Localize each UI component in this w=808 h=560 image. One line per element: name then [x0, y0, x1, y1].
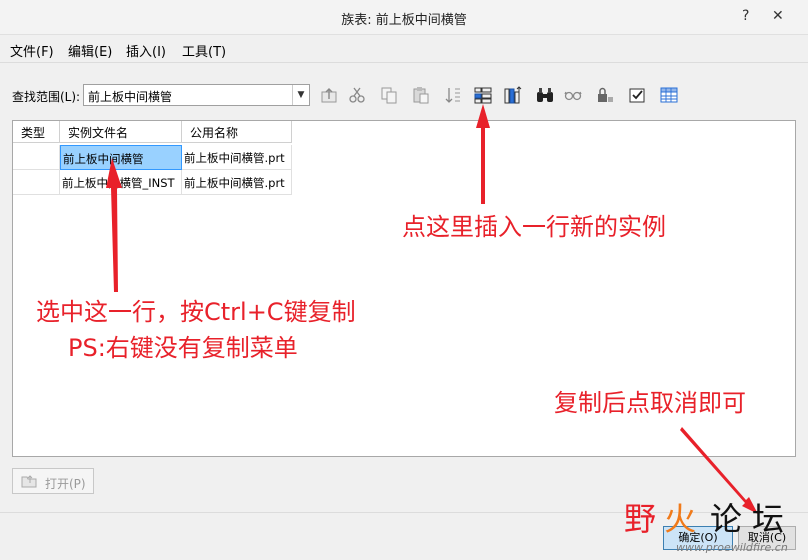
watermark-char: 火 — [664, 500, 697, 538]
column-header-common-name[interactable]: 公用名称 — [182, 121, 292, 143]
cut-icon[interactable] — [346, 84, 368, 106]
menu-insert[interactable]: 插入(I) — [126, 41, 166, 60]
table-cell-selected[interactable]: 前上板中间横管 — [60, 145, 182, 170]
open-button[interactable]: 打开(P) — [12, 468, 94, 494]
insert-column-icon[interactable] — [502, 84, 524, 106]
watermark-char: 坛 — [752, 500, 785, 538]
window-title: 族表: 前上板中间横管 — [341, 13, 467, 28]
watermark-url: www.proewildfire.cn — [676, 541, 788, 554]
copy-icon[interactable] — [378, 84, 400, 106]
table-icon[interactable] — [658, 84, 680, 106]
annotation-cancel-note: 复制后点取消即可 — [554, 389, 746, 417]
lookin-dropdown[interactable]: 前上板中间横管 ▼ — [83, 84, 310, 106]
menu-bar: 文件(F) 编辑(E) 插入(I) 工具(T) — [0, 36, 808, 62]
paste-icon[interactable] — [410, 84, 432, 106]
insert-instance-icon[interactable] — [472, 84, 494, 106]
menu-divider — [0, 62, 808, 63]
watermark-char: 论 — [710, 500, 743, 538]
menu-edit[interactable]: 编辑(E) — [68, 41, 112, 60]
table-cell[interactable] — [13, 170, 60, 195]
find-binoculars-icon[interactable] — [534, 84, 556, 106]
lookin-label: 查找范围(L): — [12, 90, 81, 104]
sort-icon[interactable] — [442, 84, 464, 106]
annotation-insert-note: 点这里插入一行新的实例 — [402, 213, 666, 241]
lock-icon[interactable] — [594, 84, 616, 106]
title-bar: 族表: 前上板中间横管 ? ✕ — [0, 0, 808, 35]
watermark-char: 野 — [624, 500, 657, 538]
open-folder-icon — [21, 475, 37, 488]
annotation-copy-note: 选中这一行，按Ctrl+C键复制 — [36, 298, 356, 326]
preview-glasses-icon[interactable] — [562, 84, 584, 106]
annotation-copy-note-ps: PS:右键没有复制菜单 — [68, 334, 298, 362]
chevron-down-icon[interactable]: ▼ — [292, 85, 309, 105]
menu-file[interactable]: 文件(F) — [10, 41, 54, 60]
verify-icon[interactable] — [626, 84, 648, 106]
open-button-label: 打开(P) — [45, 477, 86, 491]
help-button[interactable]: ? — [742, 8, 749, 24]
column-header-instance-file[interactable]: 实例文件名 — [60, 121, 182, 143]
close-button[interactable]: ✕ — [772, 8, 784, 24]
column-header-type[interactable]: 类型 — [13, 121, 60, 143]
table-cell[interactable]: 前上板中间横管.prt — [182, 170, 292, 195]
menu-tools[interactable]: 工具(T) — [182, 41, 226, 60]
up-level-icon[interactable] — [318, 84, 340, 106]
table-cell[interactable]: 前上板中间横管_INST — [60, 170, 182, 195]
table-cell[interactable]: 前上板中间横管.prt — [182, 145, 292, 170]
table-cell[interactable] — [13, 145, 60, 170]
lookin-value: 前上板中间横管 — [88, 90, 173, 104]
